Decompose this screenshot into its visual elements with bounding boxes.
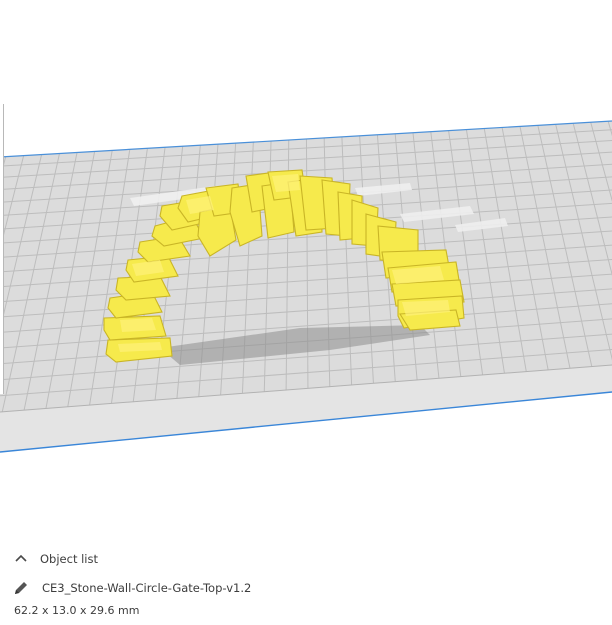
- left-panel-edge: [0, 104, 4, 394]
- object-list-toggle[interactable]: Object list: [12, 550, 98, 568]
- slicer-app: Object list CE3_Stone-Wall-Circle-Gate-T…: [0, 0, 612, 625]
- chevron-up-icon[interactable]: [12, 550, 30, 568]
- object-info-panel: Object list CE3_Stone-Wall-Circle-Gate-T…: [0, 540, 612, 625]
- object-list-label: Object list: [40, 552, 98, 566]
- object-name-row[interactable]: CE3_Stone-Wall-Circle-Gate-Top-v1.2: [12, 578, 251, 598]
- pencil-icon[interactable]: [12, 579, 30, 597]
- object-name: CE3_Stone-Wall-Circle-Gate-Top-v1.2: [42, 581, 252, 595]
- scene[interactable]: [0, 0, 612, 540]
- 3d-viewport[interactable]: [0, 0, 612, 540]
- object-dimensions: 62.2 x 13.0 x 29.6 mm: [14, 604, 140, 617]
